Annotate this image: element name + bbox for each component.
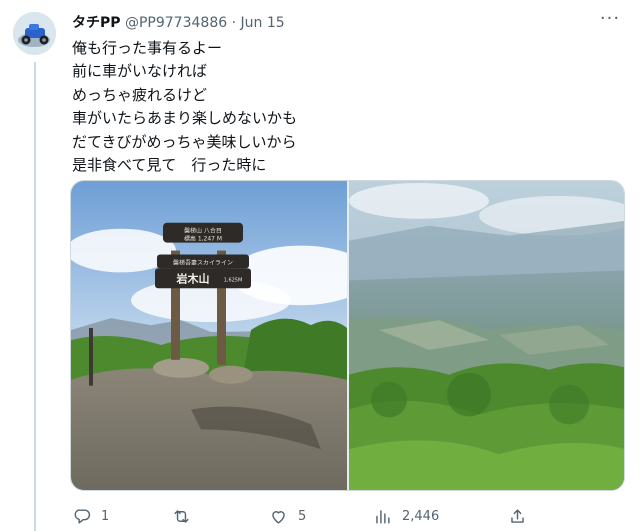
reply-button[interactable]: 1 [72, 503, 109, 529]
tweet-header: タチPP @PP97734886 · Jun 15 [72, 13, 627, 33]
media-grid: 磐梯山 八合目 標高 1,247 M 磐梯吾妻スカイライン 岩木山 1,625M [70, 180, 625, 491]
sign-road-text: 磐梯吾妻スカイライン [173, 258, 233, 266]
valley-photo [349, 181, 624, 490]
retweet-icon [174, 509, 189, 523]
tweet-actions: 1 5 2,446 [68, 503, 628, 529]
tweet-line: 是非食べて見て 行った時に [72, 156, 267, 175]
views-count: 2,446 [402, 508, 440, 524]
user-handle[interactable]: @PP97734886 [125, 15, 227, 31]
tweet-line: 俺も行った事有るよー [72, 39, 223, 57]
tweet-line: だてきびがめっちゃ美味しいから [72, 132, 297, 151]
photo-summit-sign[interactable]: 磐梯山 八合目 標高 1,247 M 磐梯吾妻スカイライン 岩木山 1,625M [71, 181, 347, 490]
sign-top-text: 磐梯山 八合目 [184, 227, 222, 235]
tweet-line: 前に車がいなければ [72, 62, 208, 81]
reply-icon [74, 508, 91, 524]
more-icon[interactable]: ··· [598, 10, 622, 32]
views-icon [376, 509, 390, 524]
avatar-image [13, 12, 56, 55]
share-button[interactable] [508, 503, 527, 529]
tweet-date[interactable]: Jun 15 [241, 15, 285, 31]
summit-photo: 磐梯山 八合目 標高 1,247 M 磐梯吾妻スカイライン 岩木山 1,625M [71, 181, 347, 490]
sign-peak-elevation: 1,625M [224, 277, 243, 283]
retweet-button[interactable] [172, 503, 201, 529]
like-icon [272, 510, 285, 524]
thread-line [34, 62, 36, 531]
tweet-line: めっちゃ疲れるけど [72, 85, 208, 104]
tweet-text: 俺も行った事有るよー 前に車がいなければ めっちゃ疲れるけど 車がいたらあまり楽… [72, 37, 612, 177]
like-count: 5 [298, 508, 307, 524]
views-button[interactable]: 2,446 [373, 503, 439, 529]
sign-peak-text: 岩木山 [176, 271, 210, 285]
like-button[interactable]: 5 [269, 503, 306, 529]
share-icon [511, 508, 524, 523]
avatar[interactable] [13, 12, 56, 55]
photo-valley-view[interactable] [349, 181, 624, 490]
display-name[interactable]: タチPP [72, 15, 121, 31]
reply-count: 1 [101, 508, 110, 524]
separator: · [231, 15, 237, 31]
sign-elevation-text: 標高 1,247 M [184, 235, 222, 243]
tweet-line: 車がいたらあまり楽しめないかも [72, 109, 298, 128]
